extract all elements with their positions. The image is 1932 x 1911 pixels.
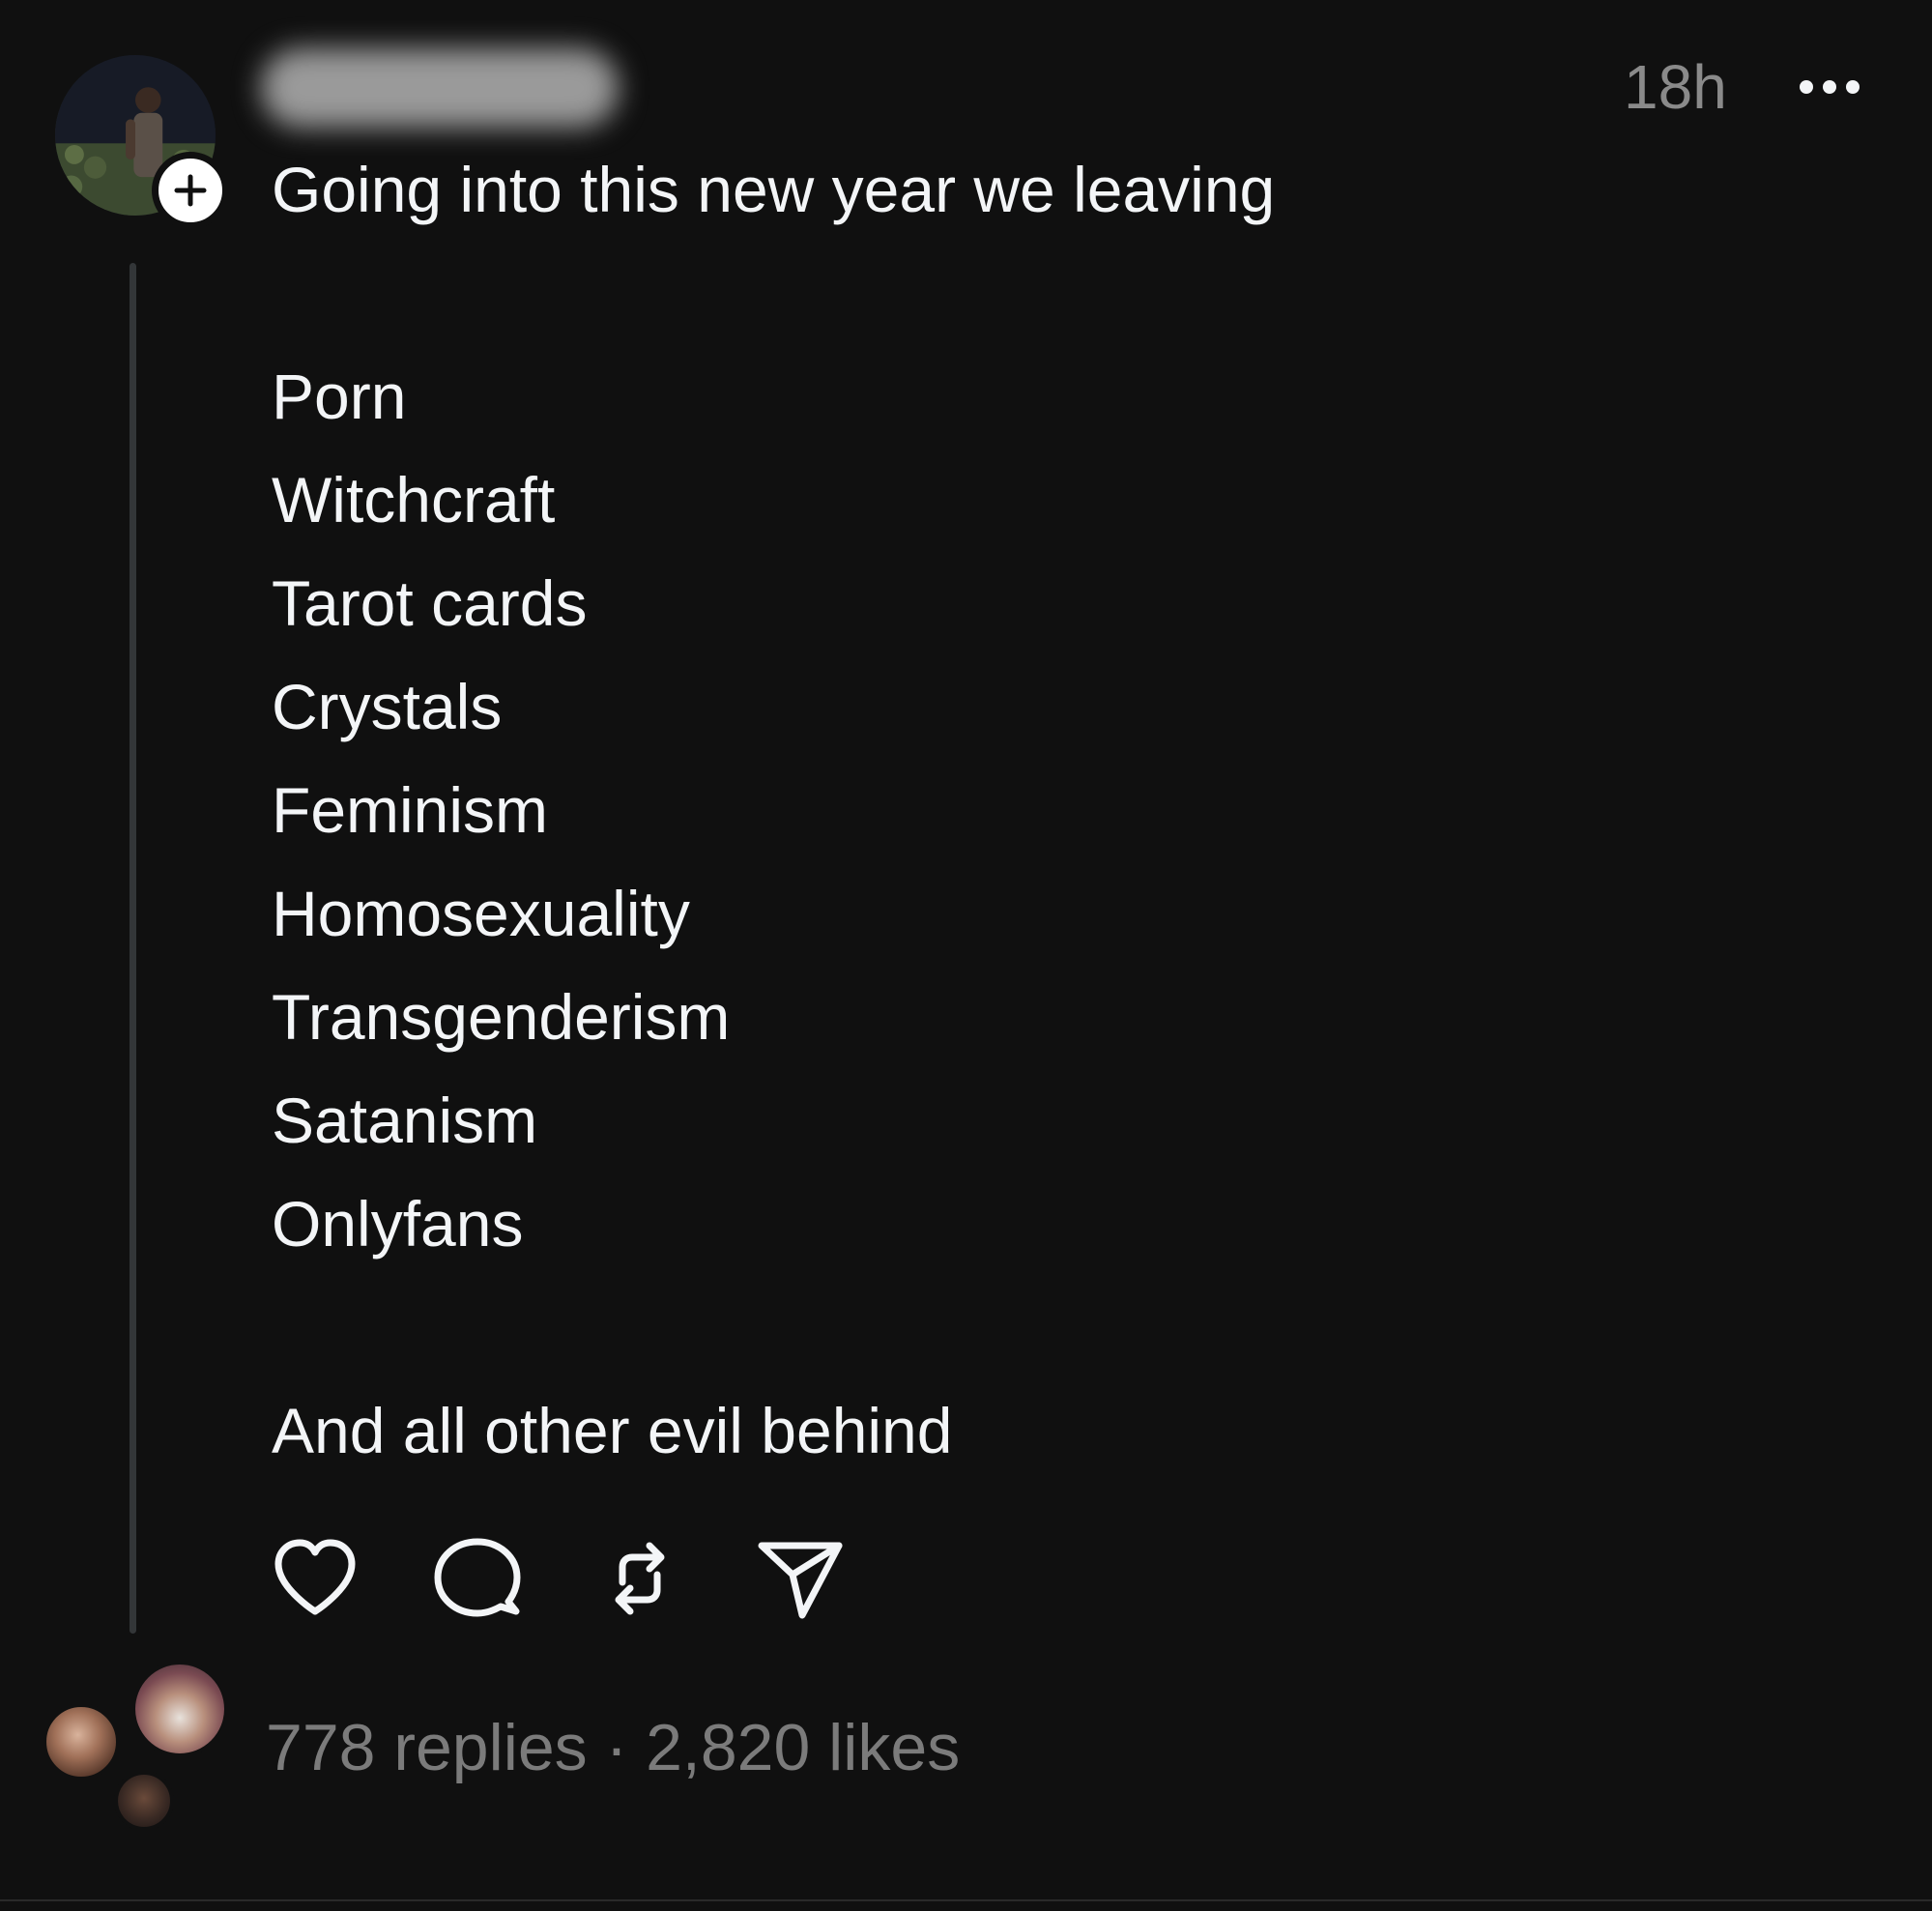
post-list-item: Tarot cards bbox=[272, 567, 588, 639]
plus-icon bbox=[174, 174, 207, 207]
post-list-item: Porn bbox=[272, 361, 407, 432]
post-stats[interactable]: 778 replies · 2,820 likes bbox=[266, 1709, 960, 1786]
post-list-item: Onlyfans bbox=[272, 1188, 524, 1260]
post-list-item: Crystals bbox=[272, 671, 503, 742]
stats-separator: · bbox=[587, 1711, 647, 1784]
post-divider bbox=[0, 1899, 1932, 1901]
more-options-button[interactable] bbox=[1796, 68, 1863, 106]
replies-count[interactable]: 778 replies bbox=[266, 1711, 588, 1784]
post-timestamp: 18h bbox=[1624, 52, 1727, 122]
replier-avatar[interactable] bbox=[131, 1661, 228, 1757]
username-redacted[interactable] bbox=[261, 48, 619, 128]
post-list-item: Satanism bbox=[272, 1085, 538, 1156]
heart-icon bbox=[274, 1539, 356, 1615]
post-list-item: Feminism bbox=[272, 774, 549, 846]
thread-line bbox=[130, 263, 136, 1634]
post-closing: And all other evil behind bbox=[272, 1395, 953, 1466]
post-list-item: Witchcraft bbox=[272, 464, 556, 536]
likes-count[interactable]: 2,820 likes bbox=[646, 1711, 960, 1784]
post-list-item: Homosexuality bbox=[272, 878, 690, 949]
replier-avatar[interactable] bbox=[43, 1703, 120, 1781]
more-icon bbox=[1800, 80, 1860, 94]
repost-icon bbox=[615, 1542, 665, 1615]
replier-avatar[interactable] bbox=[114, 1771, 174, 1831]
reply-button[interactable] bbox=[431, 1532, 524, 1625]
like-button[interactable] bbox=[269, 1532, 361, 1625]
repost-button[interactable] bbox=[593, 1532, 686, 1625]
post-intro: Going into this new year we leaving bbox=[272, 154, 1276, 225]
send-icon bbox=[758, 1542, 843, 1619]
post-list-item: Transgenderism bbox=[272, 981, 731, 1053]
share-button[interactable] bbox=[754, 1532, 847, 1625]
comment-icon bbox=[434, 1538, 521, 1617]
follow-button[interactable] bbox=[152, 152, 229, 229]
